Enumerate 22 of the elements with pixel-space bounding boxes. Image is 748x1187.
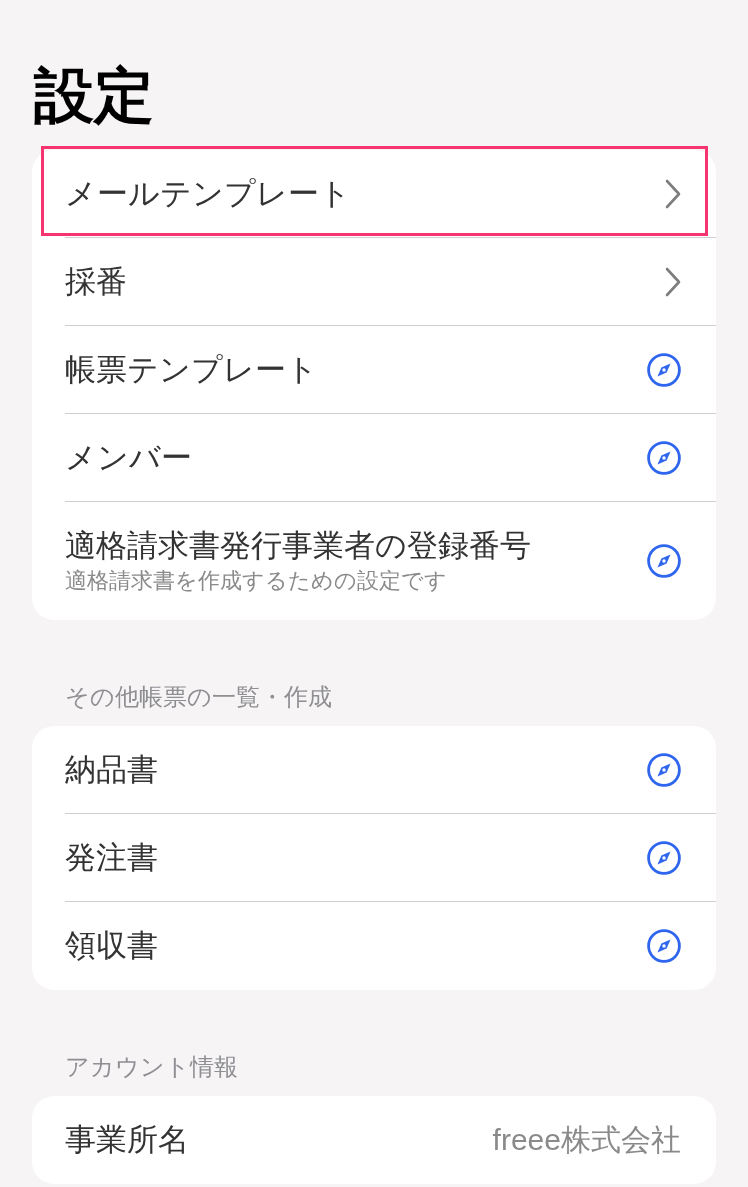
row-label: 発注書 bbox=[65, 838, 158, 877]
row-label: 帳票テンプレート bbox=[65, 350, 318, 389]
chevron-icon bbox=[665, 178, 681, 209]
compass-icon bbox=[647, 752, 681, 787]
compass-icon bbox=[647, 352, 681, 387]
row-description: 適格請求書を作成するための設定です bbox=[65, 567, 448, 595]
section-header: アカウント情報 bbox=[65, 1052, 238, 1082]
compass-icon bbox=[647, 840, 681, 875]
row-label: 事業所名 bbox=[65, 1121, 189, 1159]
compass-icon bbox=[647, 440, 681, 475]
row-label: 領収書 bbox=[65, 927, 158, 965]
row-label: 適格請求書発行事業者の登録番号 bbox=[65, 527, 531, 565]
row-label: メンバー bbox=[65, 438, 192, 477]
row-label: 採番 bbox=[65, 262, 127, 301]
chevron-icon bbox=[665, 266, 681, 297]
row-label: メールテンプレート bbox=[65, 174, 351, 213]
row-value: freee株式会社 bbox=[492, 1122, 681, 1158]
page-title: 設定 bbox=[34, 61, 154, 131]
row-label: 納品書 bbox=[65, 750, 158, 789]
compass-icon bbox=[647, 929, 681, 963]
section-header: その他帳票の一覧・作成 bbox=[65, 682, 332, 712]
compass-icon bbox=[647, 544, 681, 578]
